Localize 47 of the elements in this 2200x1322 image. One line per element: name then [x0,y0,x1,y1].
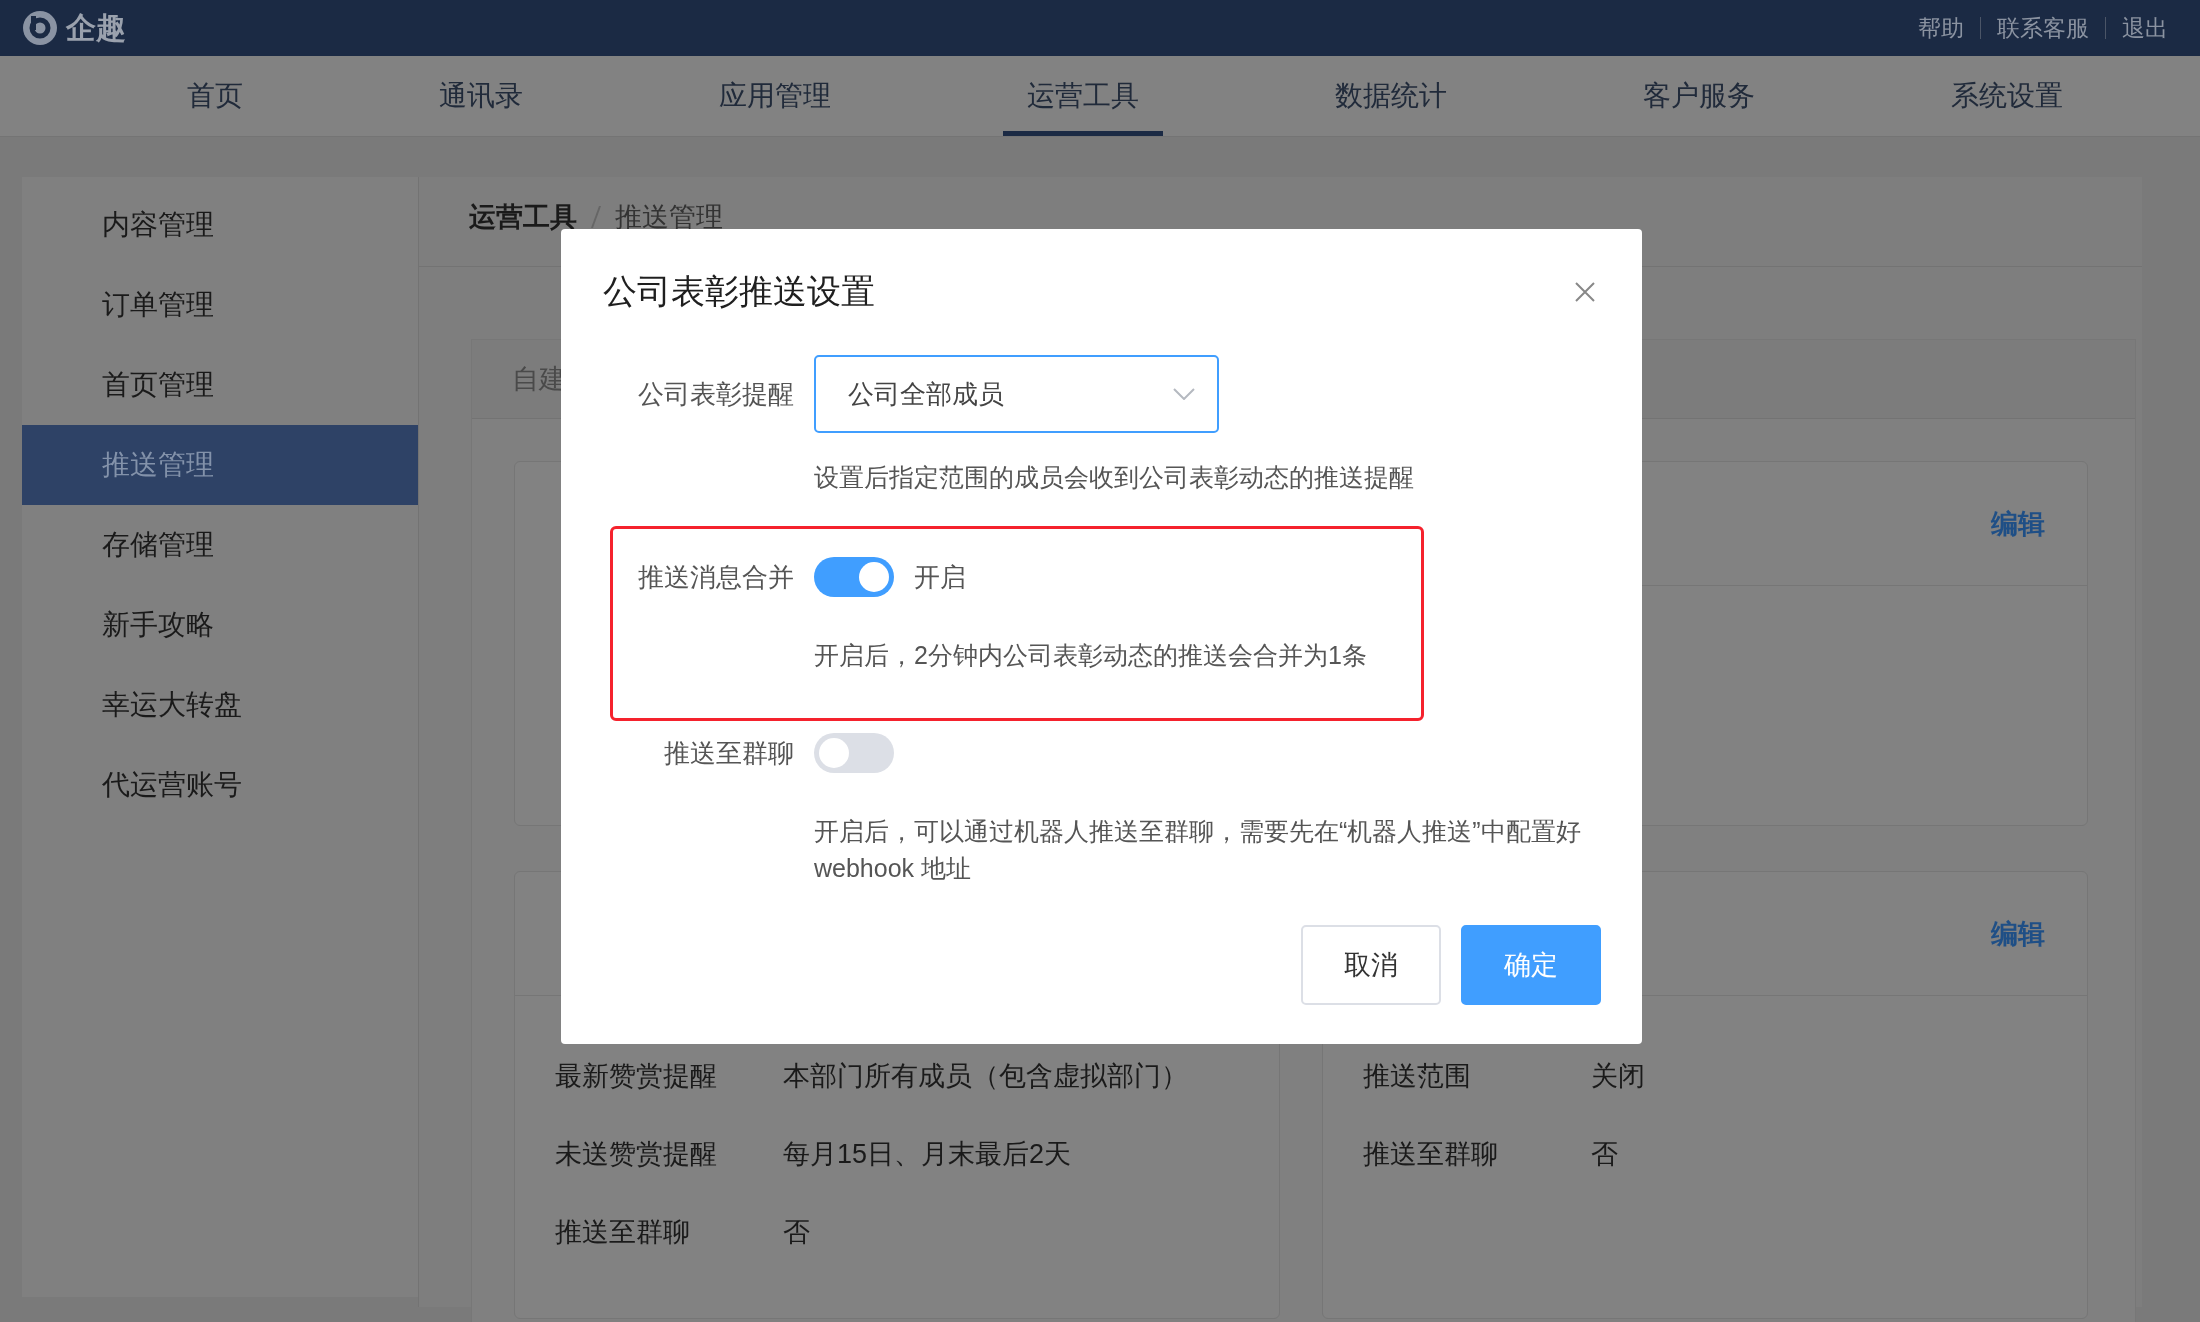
header-link[interactable]: 退出 [2106,12,2184,44]
switch-label: 开启 [914,560,966,594]
sidebar-item[interactable]: 内容管理 [22,185,418,265]
nav-tab[interactable]: 运营工具 [1003,56,1163,136]
sidebar-item[interactable]: 存储管理 [22,505,418,585]
sidebar-item[interactable]: 首页管理 [22,345,418,425]
nav-tab[interactable]: 首页 [163,56,267,136]
field-label: 公司表彰提醒 [637,377,794,411]
toggle-switch[interactable] [814,557,894,597]
nav-tab[interactable]: 客户服务 [1619,56,1779,136]
nav-tab[interactable]: 数据统计 [1311,56,1471,136]
cancel-button[interactable]: 取消 [1301,925,1441,1005]
breadcrumb-item: 运营工具 [469,200,577,234]
select-field[interactable]: 公司全部成员 [814,355,1219,433]
logo-text: 企趣 [66,9,126,46]
field-hint: 设置后指定范围的成员会收到公司表彰动态的推送提醒 [814,462,1415,493]
close-icon[interactable] [1574,281,1596,303]
info-label: 推送至群聊 [555,1216,691,1249]
breadcrumb-item: 推送管理 [615,200,723,234]
sidebar-item[interactable]: 代运营账号 [22,745,418,825]
info-label: 未送赞赏提醒 [555,1138,718,1171]
field-hint: 开启后，2分钟内公司表彰动态的推送会合并为1条 [814,640,1368,671]
info-value: 关闭 [1591,1060,1645,1093]
sidebar-item[interactable]: 新手攻略 [22,585,418,665]
sidebar-item[interactable]: 推送管理 [22,425,418,505]
info-label: 推送范围 [1363,1060,1472,1093]
logo-icon [22,10,58,46]
header-link[interactable]: 联系客服 [1981,12,2105,44]
info-label: 最新赞赏提醒 [555,1060,718,1093]
info-value: 每月15日、月末最后2天 [783,1138,1072,1171]
caret-icon [1173,388,1195,400]
field-hint: 开启后，可以通过机器人推送至群聊，需要先在“机器人推送”中配置好 webhook 地址 [814,816,1582,884]
field-label: 推送消息合并 [637,560,794,594]
sidebar-item[interactable]: 订单管理 [22,265,418,345]
header-link[interactable]: 帮助 [1902,12,1980,44]
info-value: 否 [1591,1138,1618,1171]
field-label: 推送至群聊 [663,736,794,770]
nav-tab[interactable]: 通讯录 [415,56,547,136]
confirm-button[interactable]: 确定 [1461,925,1601,1005]
info-value: 本部门所有成员（包含虚拟部门） [783,1060,1188,1093]
info-label: 推送至群聊 [1363,1138,1499,1171]
sidebar-item[interactable]: 幸运大转盘 [22,665,418,745]
nav-tab[interactable]: 应用管理 [695,56,855,136]
dialog-title: 公司表彰推送设置 [603,271,875,312]
info-value: 否 [783,1216,810,1249]
nav-tab[interactable]: 系统设置 [1927,56,2087,136]
toggle-switch[interactable] [814,733,894,773]
